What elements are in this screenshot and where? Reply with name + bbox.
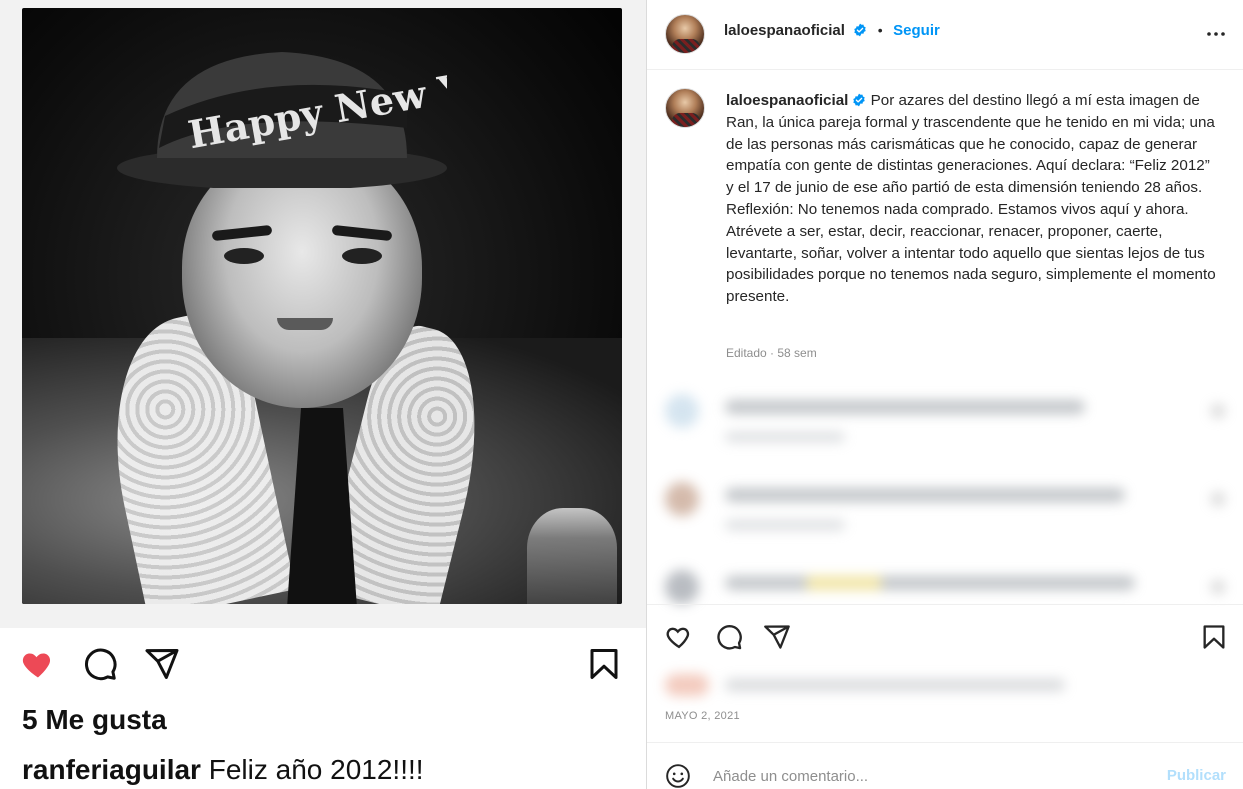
share-icon[interactable] (763, 623, 791, 651)
comment-line (725, 576, 1135, 590)
caption: laloespanaoficial Por azares del destino… (726, 90, 1221, 308)
likes-line (725, 679, 1065, 691)
comment-heart-icon (1211, 492, 1225, 506)
list-item (665, 478, 1225, 530)
photo-mouth (277, 318, 333, 330)
post-photo: Happy New Year (22, 8, 622, 604)
heart-icon[interactable] (20, 646, 56, 682)
comment-icon[interactable] (82, 646, 118, 682)
likes-summary-blurred (665, 672, 1075, 698)
share-icon[interactable] (144, 646, 180, 682)
more-options-icon[interactable] (1204, 22, 1228, 46)
post-media: Happy New Year 5 Me gusta ranferiaguilar… (0, 0, 646, 789)
liker-avatars (665, 674, 709, 696)
follow-button[interactable]: Seguir (893, 22, 940, 39)
comment-icon[interactable] (715, 623, 743, 651)
comments-list-blurred (647, 372, 1243, 604)
comment-meta-line (725, 432, 845, 442)
post-side-panel: laloespanaoficial • Seguir laloespanaofi… (646, 0, 1243, 789)
comment-avatar (665, 570, 699, 604)
left-likes-count: 5 Me gusta (22, 704, 167, 735)
header-user-line: laloespanaoficial • Seguir (724, 22, 940, 40)
photo-eye-right (342, 248, 382, 264)
left-caption-text: Feliz año 2012!!!! (208, 754, 424, 785)
comment-avatar (665, 394, 699, 428)
left-caption-user: ranferiaguilar (22, 754, 201, 785)
verified-badge-icon (854, 23, 867, 37)
comment-avatar (665, 482, 699, 516)
comment-heart-icon (1211, 404, 1225, 418)
bookmark-icon[interactable] (1200, 623, 1228, 651)
caption-meta: Editado · 58 sem (726, 346, 817, 360)
photo-glass (527, 508, 617, 604)
emoji-icon[interactable] (665, 763, 691, 789)
post-header: laloespanaoficial • Seguir (647, 0, 1243, 70)
caption-username[interactable]: laloespanaoficial (726, 92, 848, 109)
heart-icon[interactable] (665, 623, 693, 651)
comment-line (725, 488, 1125, 502)
caption-body: Por azares del destino llegó a mí esta i… (726, 92, 1216, 306)
party-hat: Happy New Year (117, 52, 447, 188)
photo-frame: Happy New Year (0, 0, 646, 628)
comment-input[interactable] (713, 763, 1133, 789)
comment-composer: Publicar (647, 742, 1243, 789)
comment-meta-line (725, 520, 845, 530)
avatar[interactable] (665, 14, 705, 54)
left-caption: ranferiaguilar Feliz año 2012!!!! (22, 754, 424, 786)
action-bar (647, 604, 1243, 670)
verified-badge-icon (853, 93, 866, 107)
caption-avatar[interactable] (665, 88, 705, 128)
comment-heart-icon (1211, 580, 1225, 594)
publish-button[interactable]: Publicar (1167, 767, 1226, 784)
left-action-bar (20, 646, 630, 686)
photo-brow-right (331, 224, 393, 242)
photo-brow-left (211, 224, 273, 242)
header-username[interactable]: laloespanaoficial (724, 22, 845, 39)
bookmark-icon[interactable] (586, 646, 622, 682)
header-separator: • (877, 22, 883, 38)
list-item (665, 390, 1225, 442)
photo-eye-left (224, 248, 264, 264)
list-item (665, 566, 1225, 604)
post-date: MAYO 2, 2021 (665, 710, 740, 722)
comment-line (725, 400, 1085, 414)
